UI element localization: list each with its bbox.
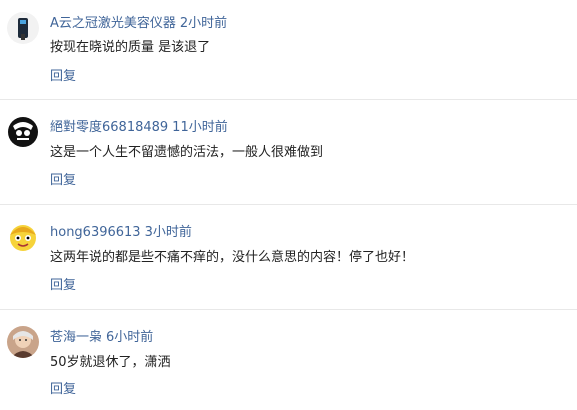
avatar[interactable] [7,12,39,44]
comment-username[interactable]: 苍海一枭 [50,330,102,345]
comment-text: 50岁就退休了，潇洒 [50,355,171,370]
comment-username[interactable]: hong6396613 [50,225,141,240]
comment-item: 絕對零度66818489 11小时前 这是一个人生不留遗憾的活法，一般人很难做到 … [0,100,577,205]
avatar-bw-face-icon [7,116,39,148]
comment-meta: hong6396613 3小时前 [50,225,192,241]
comment-time: 2小时前 [179,16,228,31]
comment-text: 这是一个人生不留遗憾的活法，一般人很难做到 [50,145,324,160]
comment-list: A云之冠激光美容仪器 2小时前 按现在晓说的质量 是该退了 回复 絕對零度6681… [0,0,577,410]
comment-item: 苍海一枭 6小时前 50岁就退休了，潇洒 回复 [0,310,577,410]
comment-meta: A云之冠激光美容仪器 2小时前 [50,16,227,32]
reply-button[interactable]: 回复 [50,382,76,398]
comment-meta: 苍海一枭 6小时前 [50,330,153,346]
avatar[interactable] [7,326,39,358]
comment-item: hong6396613 3小时前 这两年说的都是些不痛不痒的，没什么意思的内容！停… [0,205,577,310]
avatar[interactable] [7,221,39,253]
comment-item: A云之冠激光美容仪器 2小时前 按现在晓说的质量 是该退了 回复 [0,0,577,100]
avatar-device-icon [7,12,39,44]
avatar-photo-icon [7,326,39,358]
comment-time: 6小时前 [106,330,154,345]
reply-button[interactable]: 回复 [50,278,76,294]
avatar-cartoon-icon [7,221,39,253]
comment-username[interactable]: A云之冠激光美容仪器 [50,16,176,31]
comment-meta: 絕對零度66818489 11小时前 [50,120,228,136]
comment-text: 按现在晓说的质量 是该退了 [50,40,211,55]
reply-button[interactable]: 回复 [50,69,76,85]
comment-username[interactable]: 絕對零度66818489 [50,120,168,135]
comment-time: 11小时前 [172,120,228,135]
comment-text: 这两年说的都是些不痛不痒的，没什么意思的内容！停了也好！ [50,250,415,265]
avatar[interactable] [7,116,39,148]
reply-button[interactable]: 回复 [50,173,76,189]
comment-time: 3小时前 [144,225,192,240]
